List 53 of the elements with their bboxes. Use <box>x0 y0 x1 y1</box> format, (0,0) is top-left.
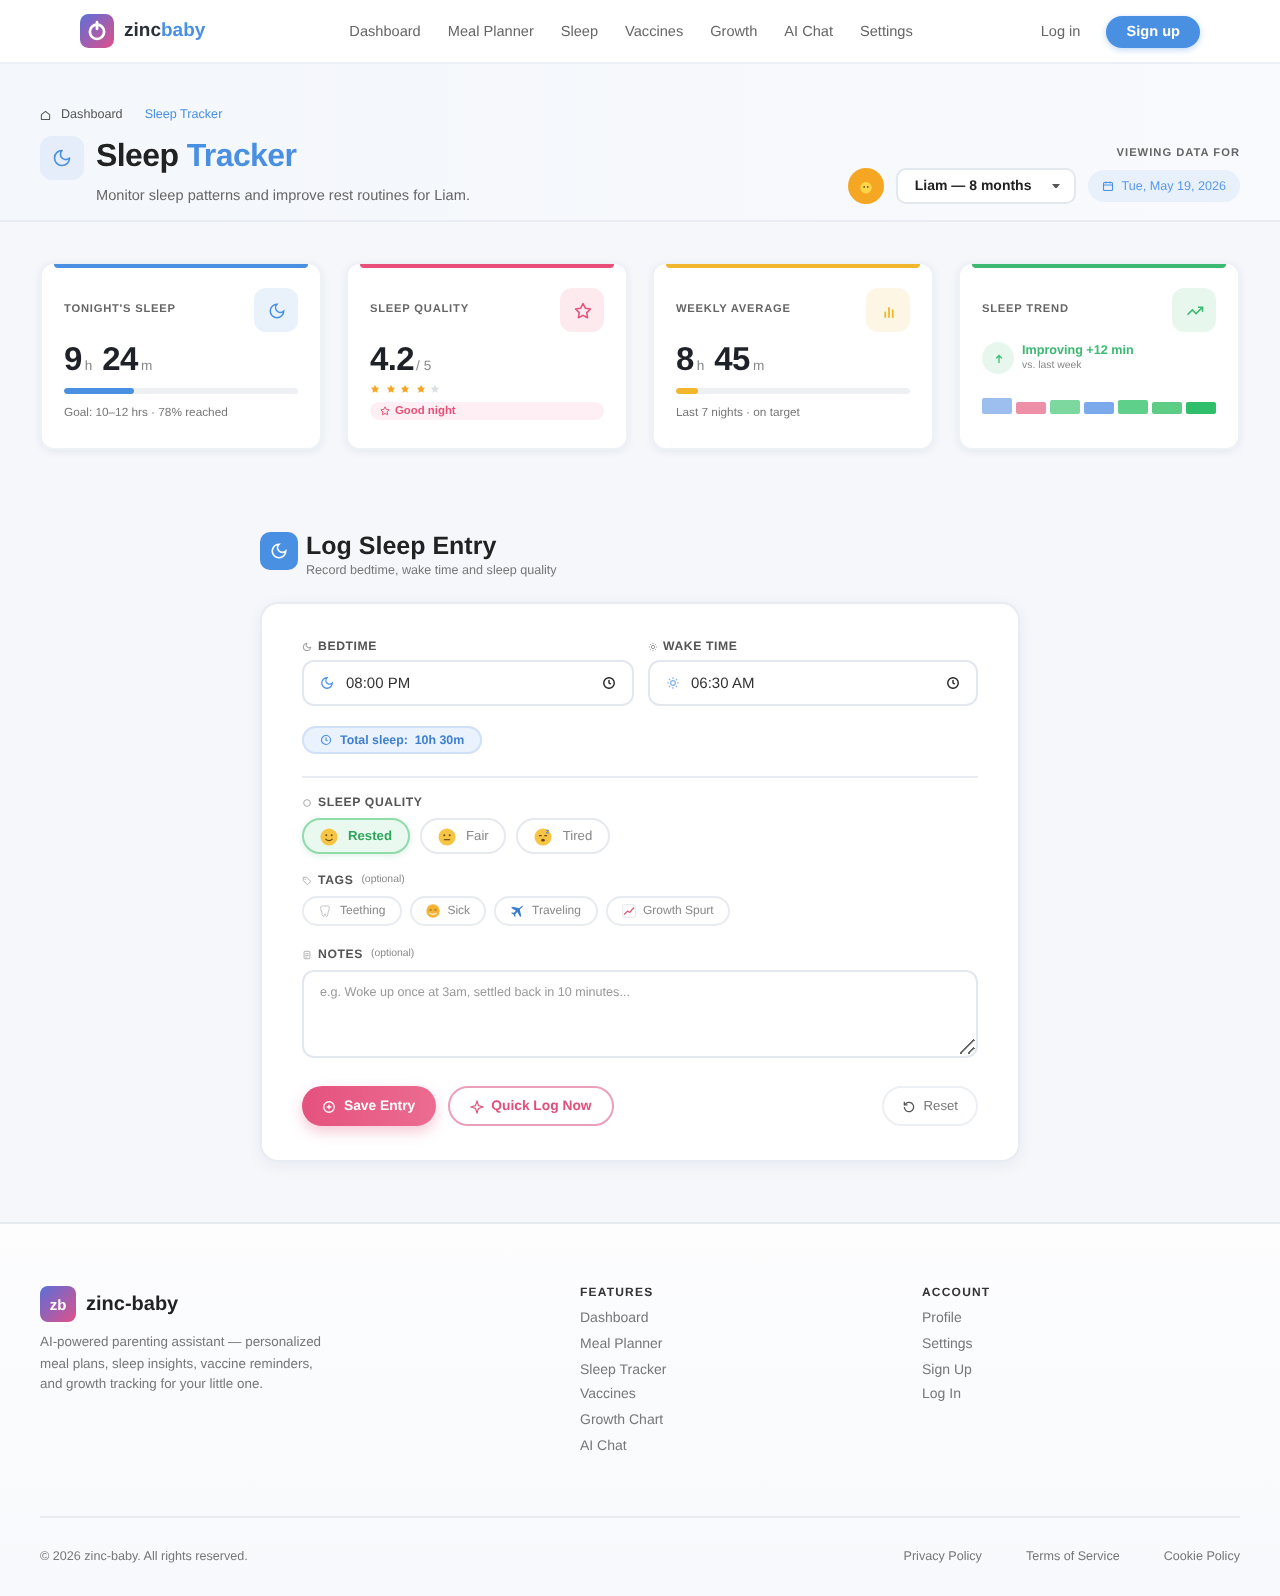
neutral-face-icon <box>438 827 456 845</box>
home-icon <box>40 109 51 121</box>
stat-value: 45 <box>714 342 750 378</box>
footer-brand-name: zinc-baby <box>86 1293 179 1315</box>
clock-icon[interactable] <box>946 676 960 690</box>
star-icon <box>385 384 395 394</box>
stat-value: 8 <box>676 342 694 378</box>
child-avatar-icon <box>848 168 885 204</box>
star-icon <box>560 288 604 332</box>
moon-icon <box>40 136 84 180</box>
tag-icon <box>302 875 312 885</box>
sun-icon <box>665 676 679 690</box>
star-icon <box>370 384 380 394</box>
stat-value: 9 <box>64 342 82 378</box>
page-title: Sleep Tracker <box>96 138 299 178</box>
star-icon <box>430 384 440 394</box>
logo-icon[interactable] <box>80 14 114 48</box>
section-title: Log Sleep Entry <box>306 534 499 560</box>
tooth-icon <box>318 904 332 918</box>
reset-icon <box>901 1099 916 1113</box>
trend-bar <box>1016 401 1046 414</box>
plus-icon <box>322 1099 336 1113</box>
chart-icon <box>621 904 635 918</box>
trend-bar <box>982 398 1012 414</box>
star-icon <box>415 384 425 394</box>
trend-bar <box>1050 400 1080 414</box>
grinning-face-icon <box>425 904 440 918</box>
note-icon <box>302 949 312 959</box>
moon-icon <box>302 641 312 651</box>
trend-bar <box>1084 402 1114 414</box>
moon-icon <box>260 532 298 570</box>
circle-icon <box>302 797 312 807</box>
stat-value: 24 <box>102 342 138 378</box>
sparkle-icon <box>469 1099 484 1113</box>
trend-bar <box>1152 401 1182 414</box>
sleepy-face-icon <box>534 827 553 845</box>
stat-value: 4.2 <box>370 342 415 378</box>
trend-bar <box>1118 399 1148 414</box>
moon-icon <box>320 676 334 690</box>
smiling-face-icon <box>320 827 338 845</box>
trend-bar <box>1186 402 1217 414</box>
clock-icon[interactable] <box>601 676 615 690</box>
star-icon <box>400 384 410 394</box>
moon-icon <box>254 288 298 332</box>
trend-up-icon <box>1172 288 1216 332</box>
airplane-icon <box>510 904 525 918</box>
sun-icon <box>647 641 657 651</box>
bar-chart-icon <box>866 288 910 332</box>
calendar-icon <box>1101 180 1114 192</box>
brand-name[interactable]: zincbaby <box>124 20 206 42</box>
arrow-up-icon <box>982 342 1014 374</box>
clock-icon <box>320 734 332 746</box>
caret-icon <box>1051 183 1060 189</box>
